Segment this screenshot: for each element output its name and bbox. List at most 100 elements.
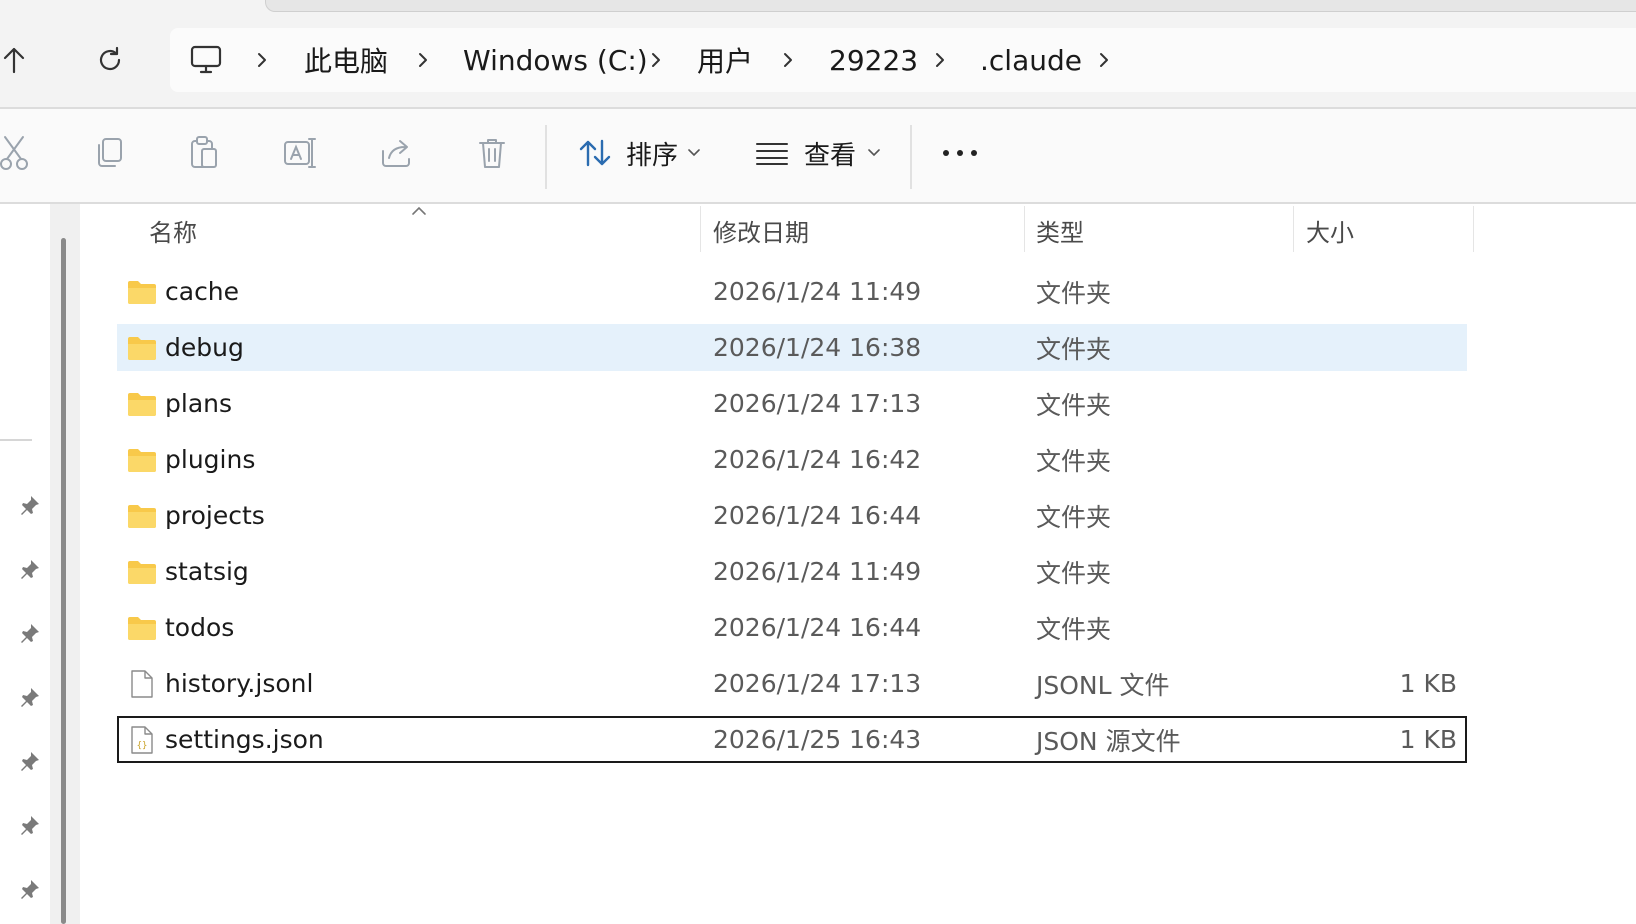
pin-icon[interactable] (18, 813, 42, 837)
file-name: plugins (165, 445, 256, 474)
sort-menu-button[interactable]: 排序 (578, 129, 700, 177)
cut-button[interactable] (0, 129, 38, 177)
more-options-button[interactable] (936, 129, 984, 177)
file-type: 文件夹 (1036, 558, 1112, 588)
tab-strip-edge (265, 0, 1636, 12)
chevron-right-icon[interactable] (1096, 28, 1112, 92)
folder-icon (128, 505, 156, 528)
chevron-right-icon[interactable] (415, 28, 431, 92)
file-row-statsig[interactable]: statsig 2026/1/24 11:49 文件夹 (117, 548, 1467, 595)
toolbar-divider (545, 125, 547, 189)
file-date: 2026/1/24 11:49 (713, 557, 922, 586)
column-separator[interactable] (1293, 206, 1294, 252)
pin-icon[interactable] (18, 557, 42, 581)
file-name: statsig (165, 557, 249, 586)
refresh-button[interactable] (90, 40, 130, 80)
chevron-right-icon[interactable] (648, 28, 664, 92)
column-separator[interactable] (1024, 206, 1025, 252)
folder-icon (128, 337, 156, 360)
command-bar: 排序 查看 (0, 109, 1636, 202)
file-date: 2026/1/24 17:13 (713, 389, 922, 418)
sort-icon (579, 139, 611, 167)
breadcrumb-item[interactable]: 用户 (697, 28, 753, 92)
json-file-icon: {} (131, 726, 153, 754)
file-type: JSONL 文件 (1036, 670, 1170, 700)
chevron-right-icon[interactable] (254, 28, 270, 92)
folder-icon (128, 393, 156, 416)
column-header-name[interactable]: 名称 (149, 204, 197, 256)
view-label: 查看 (804, 140, 857, 171)
file-date: 2026/1/25 16:43 (713, 725, 922, 754)
divider (0, 202, 1636, 204)
folder-icon (128, 281, 156, 304)
file-name: history.jsonl (165, 669, 314, 698)
list-view-icon (756, 143, 788, 165)
file-size: 1 KB (1399, 669, 1457, 698)
breadcrumb-item[interactable]: 29223 (829, 28, 918, 92)
file-type: 文件夹 (1036, 390, 1112, 420)
file-row-cache[interactable]: cache 2026/1/24 11:49 文件夹 (117, 268, 1467, 315)
share-button[interactable] (372, 129, 420, 177)
copy-icon (98, 138, 122, 167)
file-date: 2026/1/24 17:13 (713, 669, 922, 698)
pin-icon[interactable] (18, 749, 42, 773)
file-row-history-jsonl[interactable]: history.jsonl 2026/1/24 17:13 JSONL 文件 1… (117, 660, 1467, 707)
this-pc-location-button[interactable] (190, 28, 222, 92)
nav-divider (0, 439, 32, 441)
copy-button[interactable] (85, 129, 133, 177)
rename-icon (284, 138, 316, 168)
file-row-plans[interactable]: plans 2026/1/24 17:13 文件夹 (117, 380, 1467, 427)
breadcrumb-item[interactable]: 此电脑 (304, 28, 388, 92)
file-date: 2026/1/24 16:42 (713, 445, 922, 474)
file-row-todos[interactable]: todos 2026/1/24 16:44 文件夹 (117, 604, 1467, 651)
refresh-icon (99, 46, 121, 71)
delete-icon (479, 139, 505, 168)
pin-icon[interactable] (18, 621, 42, 645)
chevron-right-icon[interactable] (932, 28, 948, 92)
address-bar[interactable]: 此电脑 Windows (C:) 用户 29223 .claude (170, 28, 1636, 92)
file-date: 2026/1/24 16:44 (713, 501, 922, 530)
file-row-plugins[interactable]: plugins 2026/1/24 16:42 文件夹 (117, 436, 1467, 483)
file-type: 文件夹 (1036, 334, 1112, 364)
column-header-size[interactable]: 大小 (1306, 204, 1354, 256)
rename-button[interactable] (276, 129, 324, 177)
toolbar-divider (910, 125, 912, 189)
file-size: 1 KB (1399, 725, 1457, 754)
column-separator[interactable] (1473, 206, 1474, 252)
file-type: 文件夹 (1036, 614, 1112, 644)
file-type: JSON 源文件 (1036, 726, 1181, 756)
cut-icon (0, 136, 28, 170)
chevron-down-icon (868, 149, 880, 157)
pin-icon[interactable] (18, 877, 42, 901)
file-type: 文件夹 (1036, 446, 1112, 476)
file-row-debug[interactable]: debug 2026/1/24 16:38 文件夹 (117, 324, 1467, 371)
monitor-icon (190, 45, 222, 74)
column-header-date[interactable]: 修改日期 (713, 204, 809, 256)
nav-scrollbar-thumb[interactable] (61, 238, 66, 924)
column-separator[interactable] (700, 206, 701, 252)
pin-icon[interactable] (18, 493, 42, 517)
file-name: debug (165, 333, 244, 362)
chevron-right-icon[interactable] (780, 28, 796, 92)
file-name: plans (165, 389, 233, 418)
up-button[interactable] (0, 40, 34, 80)
file-type: 文件夹 (1036, 278, 1112, 308)
svg-text:{}: {} (137, 741, 148, 751)
delete-button[interactable] (468, 129, 516, 177)
column-header-type[interactable]: 类型 (1036, 204, 1084, 256)
file-type: 文件夹 (1036, 502, 1112, 532)
view-menu-button[interactable]: 查看 (756, 129, 880, 177)
file-row-projects[interactable]: projects 2026/1/24 16:44 文件夹 (117, 492, 1467, 539)
file-date: 2026/1/24 11:49 (713, 277, 922, 306)
folder-icon (128, 561, 156, 584)
file-row-settings-json[interactable]: {} settings.json 2026/1/25 16:43 JSON 源文… (117, 716, 1467, 763)
file-name: settings.json (165, 725, 324, 754)
file-date: 2026/1/24 16:44 (713, 613, 922, 642)
paste-button[interactable] (180, 129, 228, 177)
folder-icon (128, 617, 156, 640)
breadcrumb-item[interactable]: .claude (980, 28, 1082, 92)
breadcrumb-item[interactable]: Windows (C:) (463, 28, 648, 92)
share-icon (382, 140, 410, 167)
pin-icon[interactable] (18, 685, 42, 709)
document-icon (131, 670, 153, 698)
